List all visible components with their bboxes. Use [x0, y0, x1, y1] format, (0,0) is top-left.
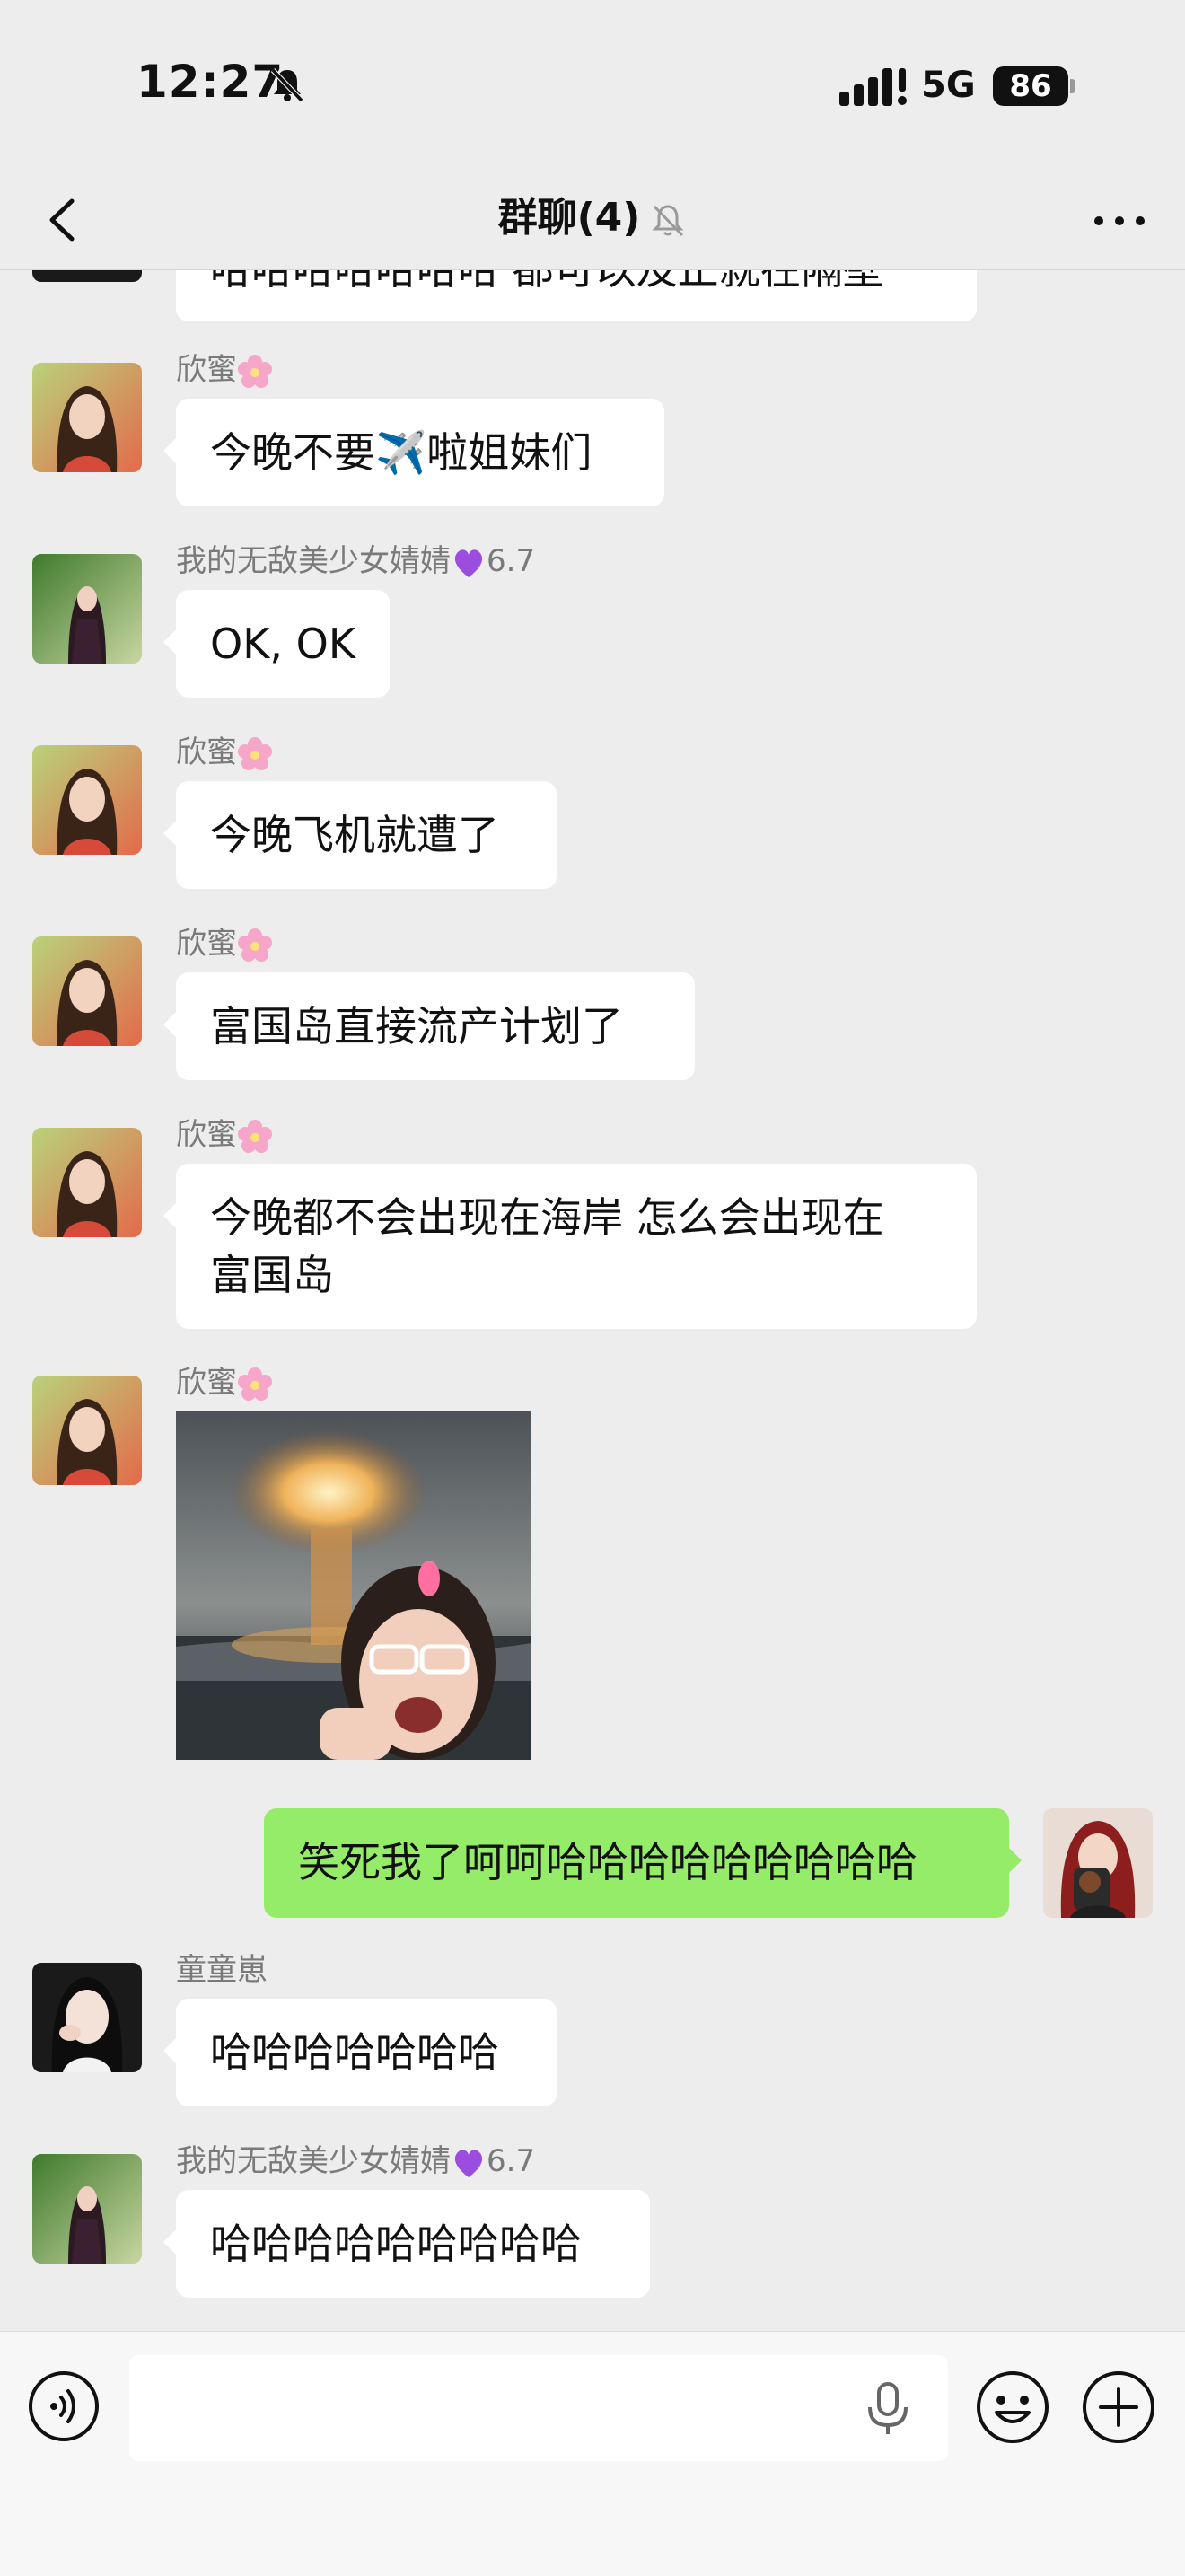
status-time: 12:27 [136, 56, 285, 108]
avatar[interactable] [32, 745, 142, 855]
message-bubble[interactable]: 哈哈哈哈哈哈哈 [163, 1999, 557, 2106]
sender-name: 欣蜜 [176, 1115, 273, 1155]
message-bubble[interactable]: 富国岛直接流产计划了 [163, 972, 695, 1080]
avatar[interactable] [32, 1128, 142, 1237]
message-bubble[interactable]: 哈哈哈哈哈哈哈 都可以及止就在隔壁 [176, 269, 977, 321]
purple-heart-icon [454, 549, 483, 577]
sender-name: 我的无敌美少女婧婧 6.7 [176, 2143, 536, 2179]
network-type: 5G [921, 65, 976, 106]
meme-image[interactable] [176, 1411, 531, 1760]
cherry-blossom-icon [238, 1119, 272, 1153]
avatar[interactable] [32, 554, 142, 664]
add-attachment-icon[interactable] [1081, 2369, 1156, 2445]
message-text: 今晚不要✈️啦姐妹们 [210, 428, 592, 477]
sender-name: 欣蜜 [176, 924, 273, 963]
sender-name: 欣蜜 [176, 733, 273, 772]
message-bubble[interactable]: OK, OK [163, 590, 390, 698]
input-bar [0, 2331, 1185, 2576]
chat-title: 群聊(4) [0, 187, 1185, 250]
microphone-icon[interactable] [862, 2380, 914, 2438]
signal-icon [839, 68, 907, 106]
my-message-bubble[interactable]: 笑死我了呵呵哈哈哈哈哈哈哈哈哈 [264, 1808, 1022, 1918]
message-text: 今晚飞机就遭了 [210, 811, 499, 859]
cherry-blossom-icon [238, 928, 272, 962]
sender-name: 欣蜜 [176, 350, 273, 390]
message-list[interactable]: 哈哈哈哈哈哈哈 都可以及止就在隔壁 欣蜜 今晚不要✈️啦姐妹们 我的无敌美少女婧… [0, 269, 1185, 2331]
purple-heart-icon [454, 2149, 483, 2177]
message-text: OK, OK [210, 620, 356, 668]
sender-name: 欣蜜 [176, 1363, 273, 1402]
status-bar: 12:27 5G 86 [0, 0, 1185, 171]
message-bubble[interactable]: 今晚不要✈️啦姐妹们 [163, 399, 664, 506]
mute-bell-icon [270, 67, 304, 103]
avatar[interactable] [32, 1376, 142, 1485]
sender-name: 童童崽 [176, 1952, 268, 1988]
my-avatar[interactable] [1043, 1808, 1153, 1918]
cherry-blossom-icon [238, 354, 272, 388]
avatar[interactable] [32, 1963, 142, 2072]
sender-name: 我的无敌美少女婧婧 6.7 [176, 543, 536, 579]
message-text-line: 富国岛 [210, 1251, 334, 1299]
battery-indicator: 86 [993, 66, 1068, 106]
chat-header: 群聊(4) [0, 171, 1185, 270]
avatar[interactable] [32, 936, 142, 1046]
message-bubble[interactable]: 今晚都不会出现在海岸 怎么会出现在 富国岛 [163, 1164, 977, 1329]
avatar[interactable] [32, 363, 142, 472]
more-options-icon[interactable] [1088, 194, 1151, 248]
message-text: 哈哈哈哈哈哈哈 都可以及止就在隔壁 [210, 269, 884, 294]
message-bubble[interactable]: 今晚飞机就遭了 [163, 781, 557, 889]
message-text: 笑死我了呵呵哈哈哈哈哈哈哈哈哈 [298, 1838, 917, 1886]
cherry-blossom-icon [238, 736, 272, 770]
chat-title-text: 群聊(4) [497, 195, 641, 241]
avatar[interactable] [32, 2154, 142, 2264]
message-text-line: 今晚都不会出现在海岸 怎么会出现在 [210, 1193, 884, 1242]
battery-tip [1070, 79, 1075, 93]
avatar[interactable] [32, 269, 142, 282]
voice-mode-icon[interactable] [27, 2369, 101, 2443]
message-input[interactable] [129, 2355, 948, 2461]
emoji-icon[interactable] [975, 2369, 1050, 2445]
muted-bell-icon [652, 205, 685, 237]
cherry-blossom-icon [238, 1367, 272, 1401]
message-text: 哈哈哈哈哈哈哈哈哈 [210, 2220, 582, 2268]
message-text: 富国岛直接流产计划了 [210, 1002, 623, 1051]
message-bubble[interactable]: 哈哈哈哈哈哈哈哈哈 [163, 2190, 650, 2298]
message-text: 哈哈哈哈哈哈哈 [210, 2028, 499, 2077]
